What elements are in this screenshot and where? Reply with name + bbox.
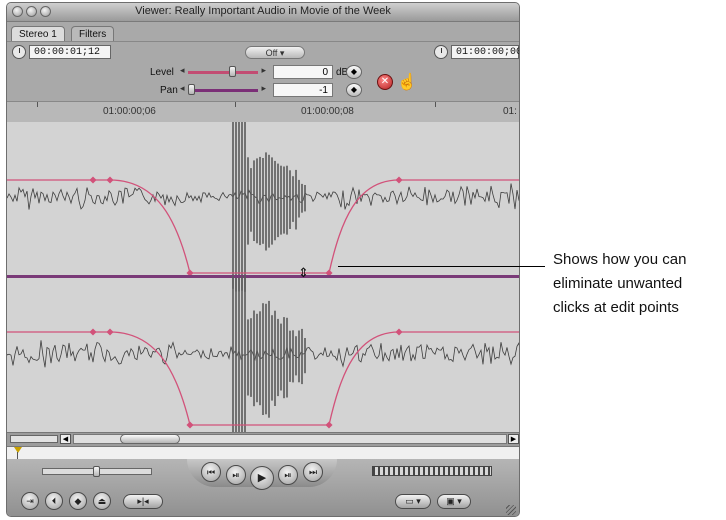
jump-forward-icon[interactable]: ⏭ xyxy=(303,462,323,482)
callout-line-2: eliminate unwanted xyxy=(553,275,683,292)
ruler-label-1: 01:00:00;06 xyxy=(103,106,156,117)
reset-button[interactable]: ✕ xyxy=(377,74,393,90)
level-slider-knob[interactable] xyxy=(228,66,236,77)
duration-clock-icon xyxy=(12,45,26,59)
play-mode-label: Off xyxy=(265,48,278,58)
svg-text:⇕: ⇕ xyxy=(298,266,309,281)
callout-line-3: clicks at edit points xyxy=(553,299,679,316)
level-label: Level xyxy=(150,67,174,78)
level-keyframe-button[interactable]: ◆ xyxy=(346,65,362,79)
resize-grip-icon[interactable] xyxy=(506,505,516,515)
add-marker-icon[interactable]: ⏏ xyxy=(93,492,111,510)
audio-controls: Level ◂ ▸ 0 dB ◆ Pan ◂ ▸ -1 ◆ ✕ ☝ xyxy=(7,61,519,101)
title-bar[interactable]: Viewer: Really Important Audio in Movie … xyxy=(7,3,519,22)
pan-keyframe-button[interactable]: ◆ xyxy=(346,83,362,97)
zoom-slider[interactable] xyxy=(10,435,58,443)
window-title: Viewer: Really Important Audio in Movie … xyxy=(135,5,391,17)
scroll-right-arrow[interactable]: ▶ xyxy=(508,434,519,444)
tab-stereo-1[interactable]: Stereo 1 xyxy=(11,26,65,41)
level-value-field[interactable]: 0 xyxy=(273,65,333,79)
pan-value-field[interactable]: -1 xyxy=(273,83,333,97)
shuttle-knob[interactable] xyxy=(93,466,100,477)
play-mode-popup[interactable]: Off ▾ xyxy=(245,46,305,59)
horizontal-scrollbar[interactable]: ◀ ▶ xyxy=(7,432,519,446)
pan-slider[interactable]: ◂ ▸ xyxy=(180,83,266,97)
mark-out-icon[interactable]: ▸|◂ xyxy=(137,496,148,506)
timeline-ruler[interactable]: 01:00:00;06 01:00:00;08 01: xyxy=(7,101,519,123)
ruler-label-3: 01: xyxy=(503,106,517,117)
mark-in-icon[interactable]: ⏴ xyxy=(45,492,63,510)
viewer-window: Viewer: Really Important Audio in Movie … xyxy=(6,2,520,517)
play-around-icon[interactable]: ⏯ xyxy=(278,465,298,485)
scroll-thumb[interactable] xyxy=(120,434,180,444)
timecode-row: 00:00:01;12 Off ▾ 01:00:00;00 xyxy=(7,41,519,62)
play-icon[interactable]: ▶ xyxy=(250,466,274,490)
callout-line-1: Shows how you can xyxy=(553,251,687,268)
add-keyframe-icon[interactable]: ◆ xyxy=(69,492,87,510)
jump-back-icon[interactable]: ⏮ xyxy=(201,462,221,482)
waveform-display: ⇕ xyxy=(7,118,519,449)
drag-hand-icon[interactable]: ☝ xyxy=(397,72,417,92)
tab-filters[interactable]: Filters xyxy=(71,26,115,41)
pan-slider-knob[interactable] xyxy=(188,84,195,95)
callout-text: Shows how you can eliminate unwanted cli… xyxy=(553,248,726,320)
callout-leader-line xyxy=(338,266,545,267)
level-slider[interactable]: ◂ ▸ xyxy=(180,65,266,79)
scroll-left-arrow[interactable]: ◀ xyxy=(60,434,71,444)
transport-controls: ⏮ ⏯ ▶ ⏯ ⏭ ⇥ ⏴ ◆ ⏏ ▸|◂ ▭ ▾ ▣ ▾ xyxy=(7,459,519,516)
playhead-scrubber[interactable] xyxy=(7,446,519,460)
overlay-popup-button[interactable]: ▣ ▾ xyxy=(437,494,471,509)
ruler-label-2: 01:00:00;08 xyxy=(301,106,354,117)
jog-control[interactable] xyxy=(372,466,492,476)
duration-timecode-field[interactable]: 00:00:01;12 xyxy=(29,45,111,59)
playhead-marker[interactable] xyxy=(14,447,22,453)
match-frame-icon[interactable]: ⇥ xyxy=(21,492,39,510)
pan-label: Pan xyxy=(160,85,178,96)
tab-bar: Stereo 1 Filters xyxy=(7,22,519,42)
current-timecode-field[interactable]: 01:00:00;00 xyxy=(451,45,519,59)
view-popup-button[interactable]: ▭ ▾ xyxy=(395,494,431,509)
mark-in-out-buttons[interactable]: ▸|◂ xyxy=(123,494,163,509)
current-time-clock-icon xyxy=(434,45,448,59)
waveform-area[interactable]: ⇕ xyxy=(7,118,519,449)
play-in-to-out-icon[interactable]: ⏯ xyxy=(226,465,246,485)
shuttle-slider[interactable] xyxy=(42,466,152,477)
